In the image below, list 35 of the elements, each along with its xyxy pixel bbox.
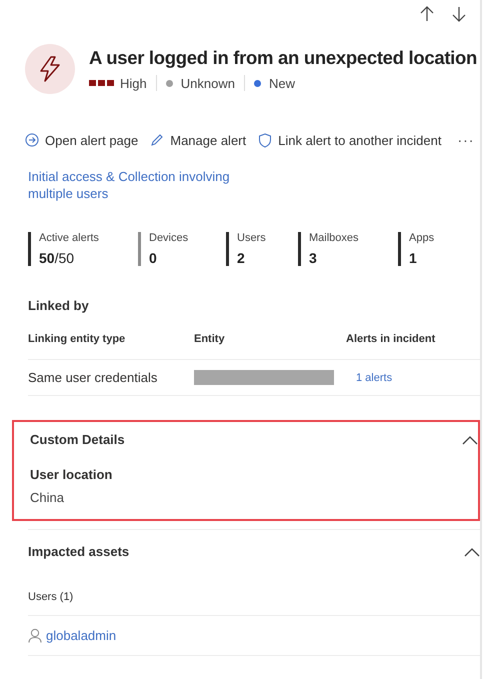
up-arrow-icon[interactable] <box>420 6 434 22</box>
lightning-icon <box>39 56 61 82</box>
action-button[interactable]: Open alert page <box>25 132 138 148</box>
field-label: User location <box>30 467 114 482</box>
shield-icon <box>258 132 272 148</box>
down-arrow-icon[interactable] <box>452 6 466 22</box>
stat-tile: Devices 0 <box>138 232 226 266</box>
chevron-icon[interactable] <box>462 434 478 444</box>
table-cell: Same user credentials <box>28 360 194 396</box>
field-value: China <box>30 490 65 505</box>
action-button[interactable]: Manage alert <box>150 132 246 148</box>
more-button[interactable]: ··· <box>457 132 474 148</box>
alert-title: A user logged in from an unexpected location <box>89 47 478 69</box>
incident-link[interactable]: Initial access & Collection involving multiple users <box>28 168 238 202</box>
action-button[interactable]: Link alert to another incident <box>258 132 442 148</box>
column-header: Entity <box>194 313 346 360</box>
stat-tile: Active alerts 50/50 <box>28 232 138 266</box>
person-icon <box>28 628 42 643</box>
stat-tile: Users 2 <box>226 232 298 266</box>
severity-label: High <box>120 76 147 90</box>
section-heading: Linked by <box>28 298 90 313</box>
column-header: Alerts in incident <box>346 313 480 360</box>
status-label: New <box>268 76 295 90</box>
column-header: Linking entity type <box>28 313 194 360</box>
section-heading: Custom Details <box>30 432 125 447</box>
group-heading: Users (1) <box>28 591 480 616</box>
section-heading: Impacted assets <box>28 544 130 559</box>
user-link[interactable]: globaladmin <box>46 628 116 643</box>
pencil-icon <box>150 133 164 147</box>
arrow-circle-icon <box>25 133 39 147</box>
alerts-link[interactable]: 1 alerts <box>356 372 392 384</box>
status-label: Unknown <box>180 76 235 90</box>
chevron-icon[interactable] <box>464 546 480 556</box>
stat-tile: Mailboxes 3 <box>298 232 398 266</box>
stat-tile: Apps 1 <box>398 232 458 266</box>
